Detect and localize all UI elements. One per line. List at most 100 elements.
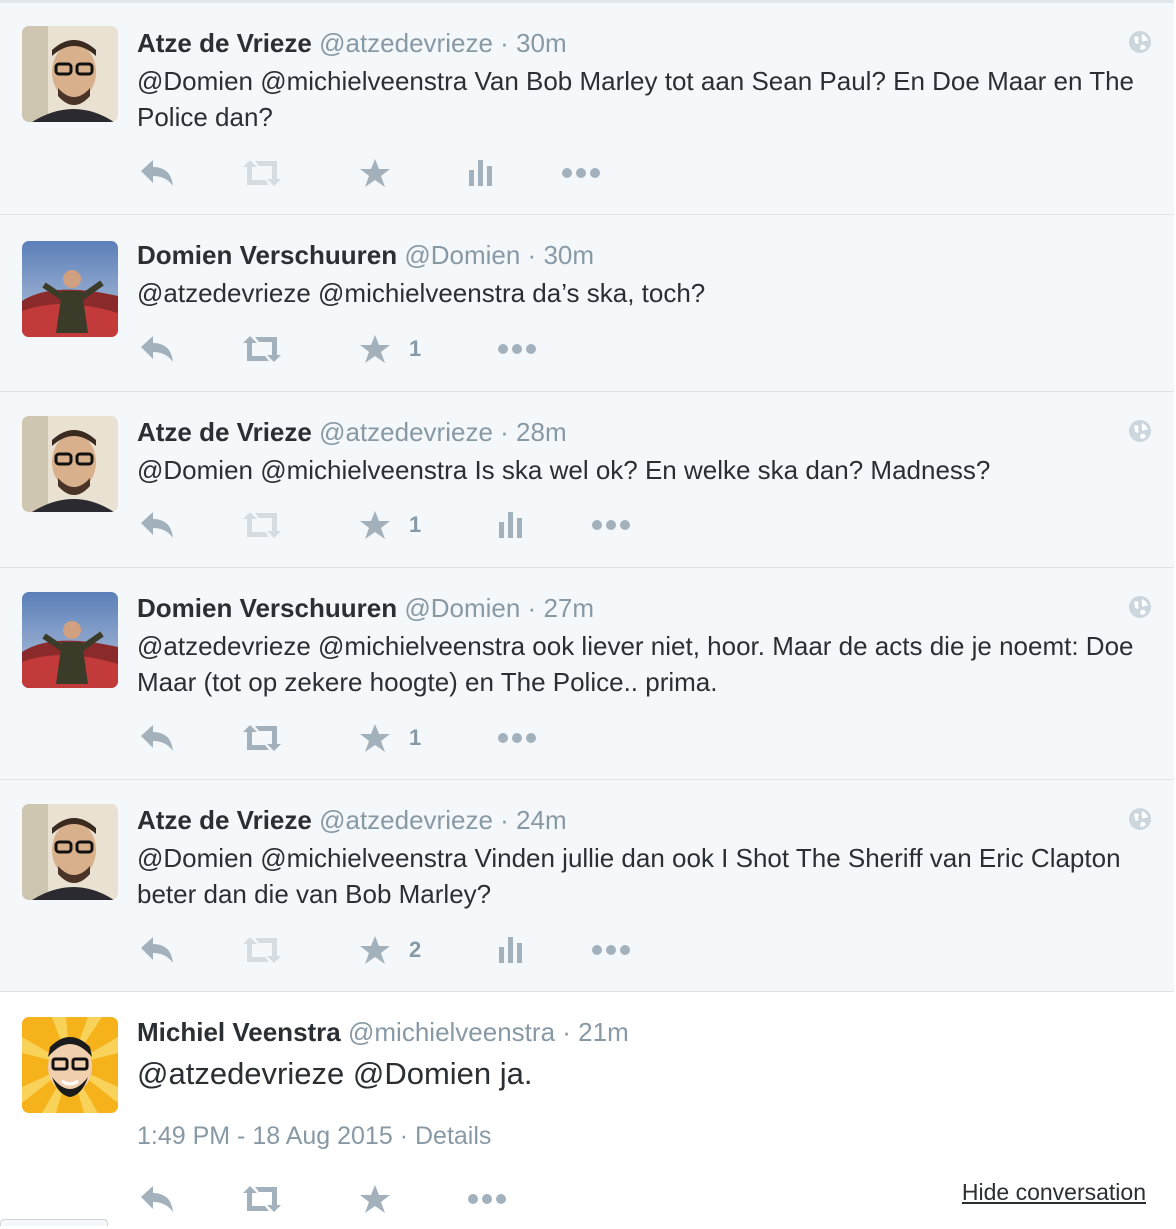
- timestamp-link[interactable]: 21m: [578, 1017, 629, 1047]
- retweet-button[interactable]: [241, 1179, 283, 1219]
- tweet-text: @atzedevrieze @michielveenstra ook lieve…: [137, 631, 1134, 697]
- star-icon: [360, 159, 390, 187]
- scrollbar-fragment[interactable]: [0, 1219, 108, 1226]
- timestamp-link[interactable]: 30m: [543, 240, 594, 270]
- fullname[interactable]: Domien Verschuuren: [137, 593, 397, 623]
- reply-button[interactable]: [139, 153, 175, 193]
- details-link[interactable]: Details: [415, 1122, 491, 1150]
- retweet-button[interactable]: [241, 718, 283, 758]
- analytics-button[interactable]: [467, 153, 495, 193]
- tweet-meta: 1:49 PM - 18 Aug 2015 · Details: [137, 1122, 491, 1151]
- favorite-button[interactable]: [359, 1179, 391, 1219]
- retweet-button[interactable]: [241, 153, 283, 193]
- reply-button[interactable]: [139, 1179, 175, 1219]
- username[interactable]: @michielveenstra: [348, 1017, 555, 1047]
- favorite-button[interactable]: 1: [359, 718, 421, 758]
- reply-button[interactable]: [139, 505, 175, 545]
- retweet-button[interactable]: [241, 505, 283, 545]
- analytics-icon: [469, 160, 492, 186]
- star-icon: [360, 511, 390, 539]
- tweet-text: @atzedevrieze @michielveenstra da’s ska,…: [137, 278, 706, 308]
- reply-button[interactable]: [139, 329, 175, 369]
- fullname[interactable]: Atze de Vrieze: [137, 417, 312, 447]
- favorite-count: 1: [409, 725, 422, 750]
- tweet-actions: 1: [137, 329, 737, 369]
- analytics-icon: [499, 937, 522, 963]
- timestamp-link[interactable]: 30m: [516, 28, 567, 58]
- tweet-actions: [137, 1179, 737, 1219]
- more-icon: [592, 520, 630, 530]
- separator: ·: [562, 1017, 571, 1047]
- conversation-thread: Atze de Vrieze @atzedevrieze · 30m @Domi…: [0, 0, 1174, 1229]
- tweet-text: @Domien @michielveenstra Van Bob Marley …: [137, 66, 1135, 132]
- more-button[interactable]: [591, 930, 631, 970]
- fullname[interactable]: Atze de Vrieze: [137, 805, 312, 835]
- fullname[interactable]: Atze de Vrieze: [137, 28, 312, 58]
- tweet-header: Atze de Vrieze @atzedevrieze · 28m: [137, 416, 567, 448]
- tweet-item[interactable]: Atze de Vrieze @atzedevrieze · 24m @Domi…: [0, 780, 1174, 992]
- hide-conversation-link[interactable]: Hide conversation: [962, 1179, 1146, 1206]
- reply-icon: [141, 160, 173, 186]
- timestamp-link[interactable]: 24m: [516, 805, 567, 835]
- tweet-actions: [137, 153, 737, 193]
- username[interactable]: @Domien: [404, 240, 520, 270]
- focused-tweet[interactable]: Michiel Veenstra @michielveenstra · 21m …: [0, 992, 1174, 1229]
- fullname[interactable]: Michiel Veenstra: [137, 1017, 341, 1047]
- more-icon: [592, 945, 630, 955]
- tweet-text: @atzedevrieze @Domien ja.: [137, 1056, 533, 1091]
- timestamp-link[interactable]: 28m: [516, 417, 567, 447]
- star-icon: [360, 936, 390, 964]
- favorite-button[interactable]: 2: [359, 930, 421, 970]
- more-button[interactable]: [497, 718, 537, 758]
- favorite-button[interactable]: [359, 153, 391, 193]
- separator: ·: [500, 28, 509, 58]
- avatar[interactable]: [22, 26, 118, 122]
- tweet-item[interactable]: Domien Verschuuren @Domien · 27m @atzede…: [0, 568, 1174, 780]
- star-icon: [360, 335, 390, 363]
- fullname[interactable]: Domien Verschuuren: [137, 240, 397, 270]
- avatar[interactable]: [22, 241, 118, 337]
- tweet-timestamp[interactable]: 1:49 PM - 18 Aug 2015: [137, 1122, 393, 1150]
- username[interactable]: @atzedevrieze: [319, 417, 493, 447]
- more-button[interactable]: [561, 153, 601, 193]
- separator: ·: [527, 593, 537, 623]
- tweet-item[interactable]: Atze de Vrieze @atzedevrieze · 30m @Domi…: [0, 3, 1174, 215]
- retweet-button[interactable]: [241, 329, 283, 369]
- retweet-button[interactable]: [241, 930, 283, 970]
- more-button[interactable]: [497, 329, 537, 369]
- globe-icon: [1128, 419, 1152, 443]
- reply-button[interactable]: [139, 930, 175, 970]
- reply-button[interactable]: [139, 718, 175, 758]
- favorite-button[interactable]: 1: [359, 505, 421, 545]
- avatar[interactable]: [22, 1017, 118, 1113]
- more-icon: [562, 168, 600, 178]
- timestamp-link[interactable]: 27m: [543, 593, 594, 623]
- username[interactable]: @atzedevrieze: [319, 28, 493, 58]
- username[interactable]: @Domien: [404, 593, 520, 623]
- analytics-icon: [499, 512, 522, 538]
- tweet-header: Atze de Vrieze @atzedevrieze · 24m: [137, 804, 567, 836]
- tweet-header: Domien Verschuuren @Domien · 30m: [137, 239, 594, 271]
- globe-icon: [1128, 595, 1152, 619]
- username[interactable]: @atzedevrieze: [319, 805, 493, 835]
- more-icon: [498, 344, 536, 354]
- separator: ·: [500, 805, 509, 835]
- analytics-button[interactable]: [497, 505, 525, 545]
- tweet-item[interactable]: Atze de Vrieze @atzedevrieze · 28m @Domi…: [0, 392, 1174, 568]
- favorite-button[interactable]: 1: [359, 329, 421, 369]
- analytics-button[interactable]: [497, 930, 525, 970]
- tweet-header: Michiel Veenstra @michielveenstra · 21m: [137, 1016, 629, 1048]
- retweet-icon: [243, 937, 281, 963]
- more-button[interactable]: [467, 1179, 507, 1219]
- favorite-count: 1: [409, 512, 422, 537]
- more-icon: [498, 733, 536, 743]
- star-icon: [360, 1185, 390, 1213]
- globe-icon: [1128, 30, 1152, 54]
- avatar[interactable]: [22, 416, 118, 512]
- avatar[interactable]: [22, 592, 118, 688]
- globe-icon: [1128, 807, 1152, 831]
- avatar[interactable]: [22, 804, 118, 900]
- more-button[interactable]: [591, 505, 631, 545]
- retweet-icon: [243, 160, 281, 186]
- tweet-item[interactable]: Domien Verschuuren @Domien · 30m @atzede…: [0, 215, 1174, 392]
